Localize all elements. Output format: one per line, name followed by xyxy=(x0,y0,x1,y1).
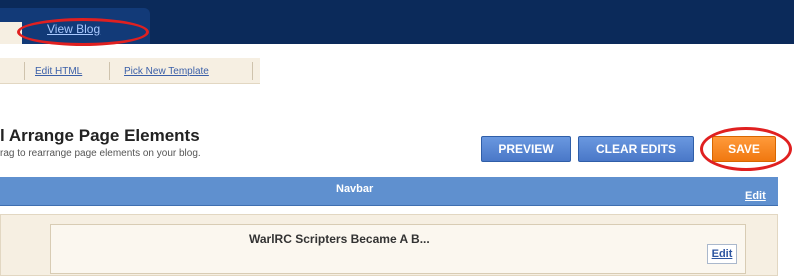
header-edit-link[interactable]: Edit xyxy=(707,244,737,264)
blogger-layout-page: View Blog Edit HTML Pick New Template l … xyxy=(0,0,794,276)
view-blog-highlight-circle xyxy=(17,18,149,46)
pick-new-template-link[interactable]: Pick New Template xyxy=(124,66,209,77)
preview-button[interactable]: PREVIEW xyxy=(481,136,571,162)
edit-html-link[interactable]: Edit HTML xyxy=(35,66,82,77)
navbar-widget-title: Navbar xyxy=(336,183,374,195)
subnav-divider xyxy=(109,62,110,80)
subnav-divider xyxy=(24,62,25,80)
navbar-edit-link[interactable]: Edit xyxy=(745,190,766,202)
subnav-divider xyxy=(252,62,253,80)
sub-navigation: Edit HTML Pick New Template xyxy=(0,58,260,84)
header-widget-title: WarlRC Scripters Became A B... xyxy=(249,232,430,246)
save-highlight-circle xyxy=(700,127,792,171)
clear-edits-button[interactable]: CLEAR EDITS xyxy=(578,136,694,162)
page-title: l Arrange Page Elements xyxy=(0,126,200,145)
page-subtitle: rag to rearrange page elements on your b… xyxy=(0,148,201,159)
navbar-widget[interactable] xyxy=(0,177,778,206)
